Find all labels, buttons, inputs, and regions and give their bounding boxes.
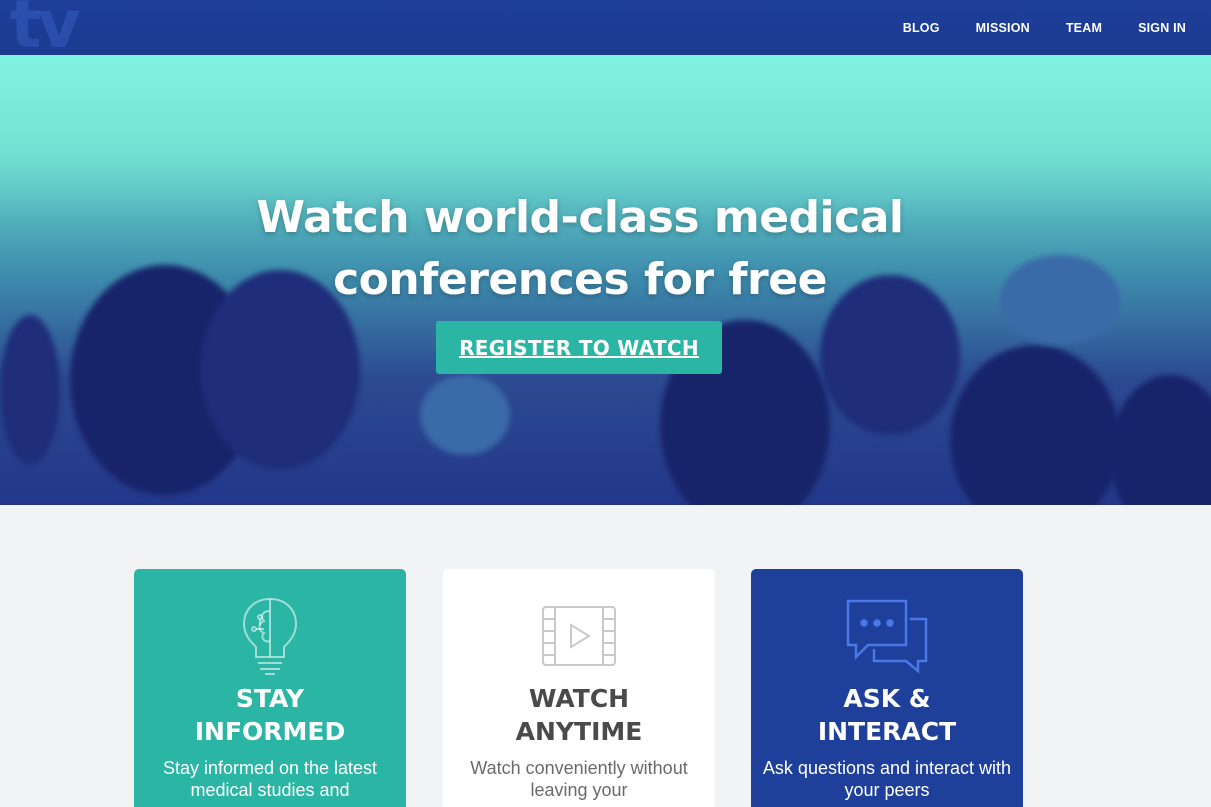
nav-link-blog[interactable]: BLOG [903,21,940,35]
feature-card-title-line-2: INTERACT [817,717,957,746]
feature-card-watch-anytime: WATCH ANYTIME Watch conveniently without… [443,569,715,807]
feature-card-description: Ask questions and interact with your pee… [762,758,1012,800]
hero-headline-line-1: Watch world-class medical [256,192,904,243]
audience-silhouette [0,315,60,465]
feature-card-title-line-1: STAY [235,684,305,713]
audience-silhouette [1110,375,1211,505]
feature-card-title-line-2: ANYTIME [515,717,643,746]
nav-link-sign-in[interactable]: SIGN IN [1138,21,1186,35]
main-nav: BLOG MISSION TEAM SIGN IN [903,0,1186,55]
feature-card-title-line-2: INFORMED [194,717,346,746]
register-to-watch-button[interactable]: REGISTER TO WATCH [436,321,722,374]
feature-card-stay-informed: STAY INFORMED Stay informed on the lates… [134,569,406,807]
audience-silhouette [950,345,1120,505]
feature-card-ask-interact: ASK & INTERACT Ask questions and interac… [751,569,1023,807]
hero-banner: Watch world-class medical conferences fo… [0,55,1211,505]
feature-card-title-line-1: ASK & [843,684,931,713]
hero-headline: Watch world-class medical conferences fo… [0,187,1160,311]
feature-card-title: ASK & INTERACT [751,682,1023,748]
audience-silhouette [420,375,510,455]
chat-bubbles-icon [844,597,930,680]
feature-card-title: STAY INFORMED [134,682,406,748]
nav-link-mission[interactable]: MISSION [976,21,1030,35]
feature-card-description: Watch conveniently without leaving your [470,758,688,800]
site-logo[interactable]: tv [10,0,81,63]
feature-card-title-line-1: WATCH [528,684,630,713]
feature-card-description: Stay informed on the latest medical stud… [162,758,378,800]
top-nav-bar: tv BLOG MISSION TEAM SIGN IN [0,0,1211,63]
feature-card-title: WATCH ANYTIME [443,682,715,748]
brain-lightbulb-icon [240,595,300,682]
nav-link-team[interactable]: TEAM [1066,21,1102,35]
hero-headline-line-2: conferences for free [333,254,827,305]
video-play-icon [541,605,617,672]
